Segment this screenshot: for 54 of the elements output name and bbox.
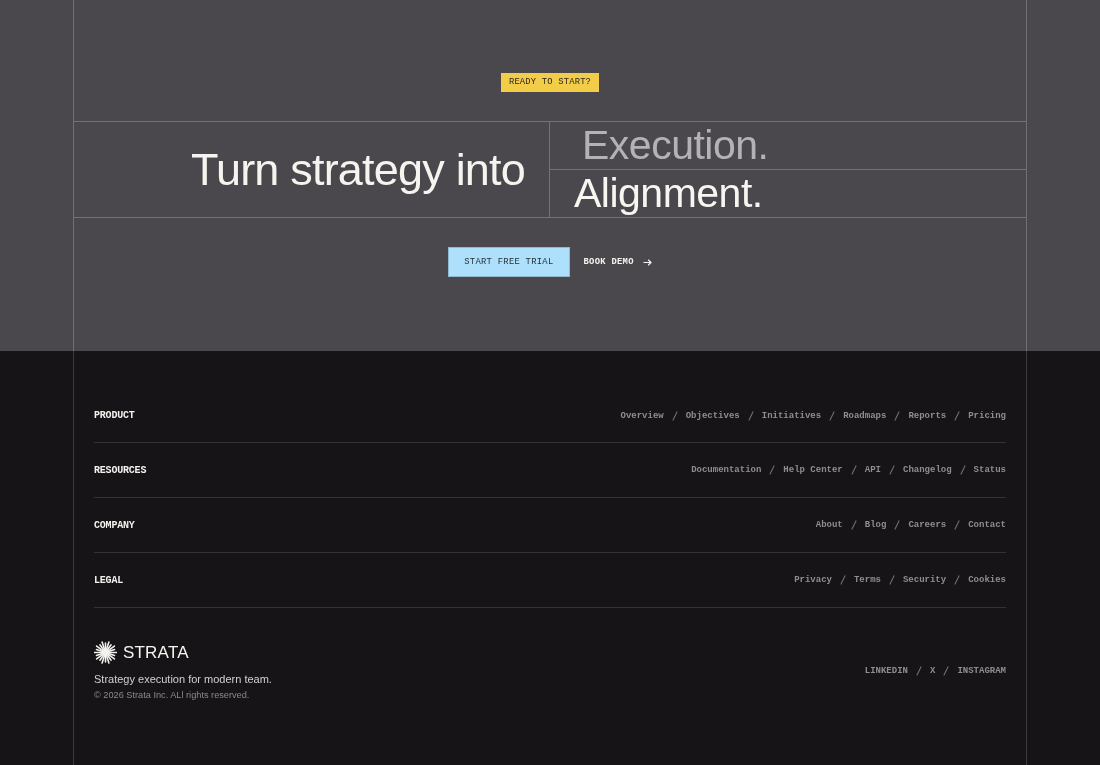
footer-link[interactable]: Security xyxy=(902,575,947,585)
footer-link[interactable]: Careers xyxy=(908,520,947,530)
footer-heading: LEGAL xyxy=(94,574,123,586)
footer-link[interactable]: Objectives xyxy=(685,410,740,421)
footer-heading: COMPANY xyxy=(94,519,135,531)
slash-separator-icon xyxy=(888,575,895,585)
footer-link[interactable]: Changelog xyxy=(903,465,952,475)
footer-link[interactable]: Pricing xyxy=(968,410,1006,421)
slash-separator-icon xyxy=(829,410,836,421)
footer-heading: PRODUCT xyxy=(94,410,135,421)
brand-name: STRATA xyxy=(123,642,189,663)
footer-link[interactable]: About xyxy=(815,520,843,530)
brand-tagline: Strategy execution for modern team. xyxy=(94,673,272,685)
slash-separator-icon xyxy=(850,465,857,475)
footer-link[interactable]: Cookies xyxy=(968,575,1006,585)
slash-separator-icon xyxy=(894,520,901,530)
footer-link[interactable]: Roadmaps xyxy=(843,410,887,421)
footer-link[interactable]: API xyxy=(864,465,881,475)
footer-link[interactable]: Documentation xyxy=(691,465,762,475)
slash-separator-icon xyxy=(839,575,846,585)
social-link[interactable]: INSTAGRAM xyxy=(957,665,1006,676)
slash-separator-icon xyxy=(943,665,950,676)
footer-link[interactable]: Contact xyxy=(968,520,1006,530)
hero-headline: Turn strategy into xyxy=(190,142,525,197)
ready-badge: READY TO START? xyxy=(500,73,600,92)
copyright-text: © 2026 Strata Inc. ALl rights reserved. xyxy=(94,690,251,700)
footer-heading: RESOURCES xyxy=(94,464,147,476)
sunburst-logo-icon xyxy=(94,641,117,664)
social-link[interactable]: LINKEDIN xyxy=(864,665,908,676)
book-demo-button[interactable]: BOOK DEMO xyxy=(583,247,652,277)
footer-link[interactable]: Terms xyxy=(853,575,881,585)
slash-separator-icon xyxy=(954,575,961,585)
slash-separator-icon xyxy=(894,410,901,421)
social-link[interactable]: X xyxy=(930,665,936,676)
footer-link[interactable]: Status xyxy=(973,465,1006,475)
slash-separator-icon xyxy=(889,465,895,475)
start-trial-button[interactable]: START FREE TRIAL xyxy=(448,247,570,277)
rotating-word: Alignment. xyxy=(573,170,763,217)
slash-separator-icon xyxy=(850,520,857,530)
arrow-right-icon xyxy=(642,258,652,266)
footer-link[interactable]: Reports xyxy=(908,410,947,421)
footer-link[interactable]: Blog xyxy=(864,520,887,530)
slash-separator-icon xyxy=(769,465,776,475)
slash-separator-icon xyxy=(747,410,754,421)
footer-link[interactable]: Help Center xyxy=(783,465,843,475)
footer-link[interactable]: Overview xyxy=(620,410,664,421)
slash-separator-icon xyxy=(671,410,678,421)
slash-separator-icon xyxy=(959,465,966,475)
slash-separator-icon xyxy=(954,410,961,421)
footer-link[interactable]: Initiatives xyxy=(761,410,822,421)
rotating-word: Execution. xyxy=(581,122,769,169)
footer-link[interactable]: Privacy xyxy=(794,575,832,585)
slash-separator-icon xyxy=(916,665,922,676)
slash-separator-icon xyxy=(954,520,961,530)
